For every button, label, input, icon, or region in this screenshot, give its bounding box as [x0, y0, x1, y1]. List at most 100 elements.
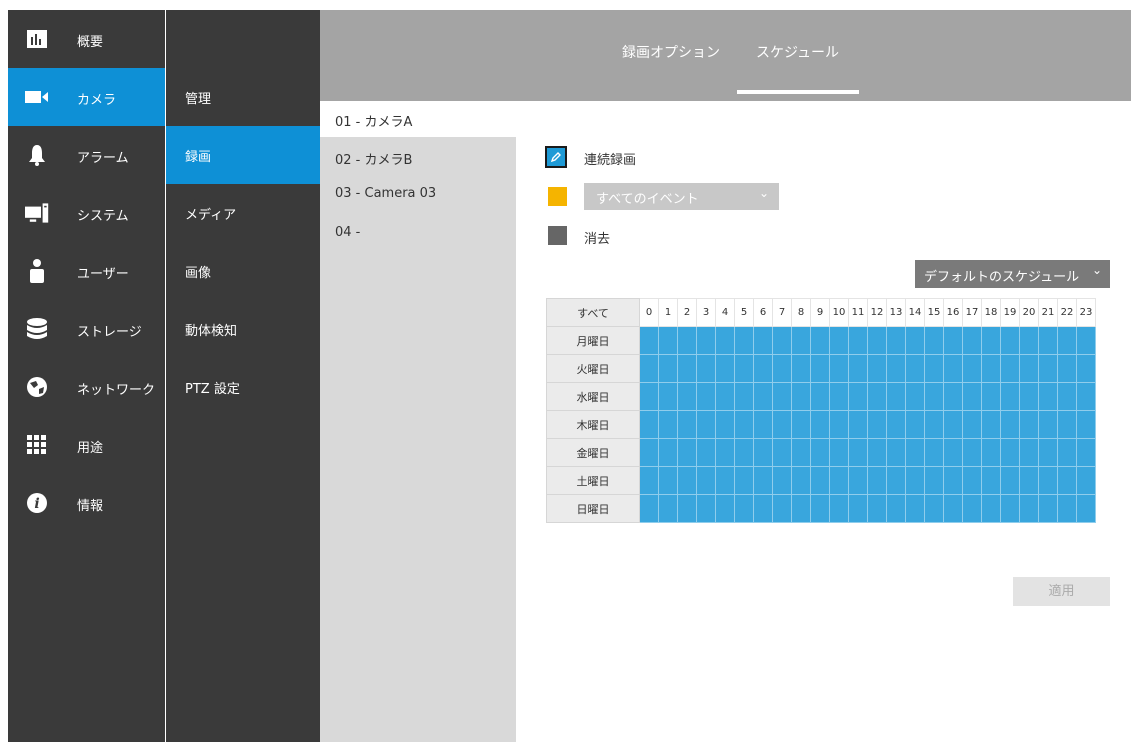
- schedule-cell[interactable]: [1057, 494, 1077, 523]
- schedule-cell[interactable]: [810, 438, 830, 467]
- schedule-cell[interactable]: [829, 410, 849, 439]
- hour-header[interactable]: 4: [715, 298, 735, 327]
- schedule-cell[interactable]: [943, 354, 963, 383]
- schedule-cell[interactable]: [943, 438, 963, 467]
- schedule-cell[interactable]: [1057, 382, 1077, 411]
- schedule-cell[interactable]: [1076, 438, 1096, 467]
- hour-header[interactable]: 5: [734, 298, 754, 327]
- schedule-cell[interactable]: [867, 466, 887, 495]
- hour-header[interactable]: 20: [1019, 298, 1039, 327]
- schedule-cell[interactable]: [1038, 326, 1058, 355]
- schedule-cell[interactable]: [848, 494, 868, 523]
- schedule-cell[interactable]: [639, 438, 659, 467]
- schedule-cell[interactable]: [943, 410, 963, 439]
- schedule-cell[interactable]: [962, 466, 982, 495]
- schedule-cell[interactable]: [962, 326, 982, 355]
- schedule-cell[interactable]: [715, 438, 735, 467]
- schedule-cell[interactable]: [810, 466, 830, 495]
- schedule-cell[interactable]: [810, 326, 830, 355]
- schedule-cell[interactable]: [639, 382, 659, 411]
- schedule-cell[interactable]: [848, 410, 868, 439]
- schedule-cell[interactable]: [867, 438, 887, 467]
- schedule-cell[interactable]: [734, 466, 754, 495]
- nav-item-storage[interactable]: ストレージ: [8, 300, 165, 358]
- schedule-cell[interactable]: [1057, 438, 1077, 467]
- day-label[interactable]: 月曜日: [546, 326, 640, 355]
- schedule-cell[interactable]: [1000, 466, 1020, 495]
- schedule-cell[interactable]: [696, 438, 716, 467]
- schedule-cell[interactable]: [981, 326, 1001, 355]
- continuous-recording-label[interactable]: 連続録画: [584, 149, 636, 168]
- schedule-cell[interactable]: [639, 354, 659, 383]
- event-color-swatch[interactable]: [548, 187, 567, 206]
- nav-item-user[interactable]: ユーザー: [8, 242, 165, 300]
- schedule-cell[interactable]: [1038, 466, 1058, 495]
- schedule-cell[interactable]: [981, 494, 1001, 523]
- schedule-cell[interactable]: [753, 410, 773, 439]
- hour-header[interactable]: 21: [1038, 298, 1058, 327]
- schedule-cell[interactable]: [848, 438, 868, 467]
- schedule-cell[interactable]: [696, 410, 716, 439]
- schedule-cell[interactable]: [696, 354, 716, 383]
- schedule-cell[interactable]: [1076, 494, 1096, 523]
- schedule-cell[interactable]: [981, 438, 1001, 467]
- schedule-cell[interactable]: [753, 382, 773, 411]
- schedule-cell[interactable]: [848, 382, 868, 411]
- schedule-cell[interactable]: [810, 382, 830, 411]
- apply-button[interactable]: 適用: [1013, 577, 1110, 606]
- schedule-cell[interactable]: [772, 382, 792, 411]
- schedule-cell[interactable]: [905, 410, 925, 439]
- schedule-cell[interactable]: [905, 494, 925, 523]
- schedule-cell[interactable]: [829, 382, 849, 411]
- schedule-cell[interactable]: [791, 326, 811, 355]
- schedule-cell[interactable]: [753, 438, 773, 467]
- schedule-cell[interactable]: [753, 494, 773, 523]
- schedule-cell[interactable]: [1019, 494, 1039, 523]
- nav-item-camera[interactable]: カメラ: [8, 68, 165, 126]
- hour-header[interactable]: 6: [753, 298, 773, 327]
- schedule-cell[interactable]: [677, 354, 697, 383]
- schedule-cell[interactable]: [791, 438, 811, 467]
- schedule-cell[interactable]: [962, 410, 982, 439]
- schedule-cell[interactable]: [962, 354, 982, 383]
- schedule-grid[interactable]: すべて 0 1 2 3 4 5 6 7 8 9 10 11 12 13 14 15 16 17 18 19 20 21 22…: [546, 298, 1096, 523]
- day-label[interactable]: 水曜日: [546, 382, 640, 411]
- schedule-cell[interactable]: [772, 326, 792, 355]
- schedule-cell[interactable]: [943, 382, 963, 411]
- hour-header[interactable]: 17: [962, 298, 982, 327]
- schedule-cell[interactable]: [734, 494, 754, 523]
- schedule-cell[interactable]: [791, 494, 811, 523]
- subnav-item-management[interactable]: 管理: [166, 68, 320, 126]
- schedule-cell[interactable]: [753, 326, 773, 355]
- schedule-cell[interactable]: [1000, 438, 1020, 467]
- schedule-cell[interactable]: [1000, 410, 1020, 439]
- schedule-cell[interactable]: [829, 354, 849, 383]
- schedule-cell[interactable]: [1076, 466, 1096, 495]
- camera-item[interactable]: 02 - カメラB: [320, 139, 516, 175]
- schedule-cell[interactable]: [924, 410, 944, 439]
- schedule-cell[interactable]: [791, 410, 811, 439]
- hour-header[interactable]: 18: [981, 298, 1001, 327]
- schedule-cell[interactable]: [905, 466, 925, 495]
- schedule-cell[interactable]: [1019, 354, 1039, 383]
- schedule-cell[interactable]: [772, 494, 792, 523]
- schedule-cell[interactable]: [1076, 326, 1096, 355]
- schedule-cell[interactable]: [1038, 438, 1058, 467]
- schedule-cell[interactable]: [1000, 326, 1020, 355]
- day-label[interactable]: 金曜日: [546, 438, 640, 467]
- pencil-icon[interactable]: [545, 146, 567, 168]
- schedule-cell[interactable]: [677, 410, 697, 439]
- event-select[interactable]: すべてのイベント ⌄: [584, 183, 779, 210]
- subnav-item-image[interactable]: 画像: [166, 242, 320, 300]
- nav-item-network[interactable]: ネットワーク: [8, 358, 165, 416]
- schedule-cell[interactable]: [677, 382, 697, 411]
- schedule-cell[interactable]: [886, 354, 906, 383]
- hour-header[interactable]: 2: [677, 298, 697, 327]
- schedule-cell[interactable]: [696, 382, 716, 411]
- camera-item[interactable]: 04 -: [320, 215, 516, 251]
- schedule-cell[interactable]: [753, 354, 773, 383]
- schedule-cell[interactable]: [981, 354, 1001, 383]
- schedule-cell[interactable]: [658, 494, 678, 523]
- schedule-cell[interactable]: [715, 382, 735, 411]
- schedule-cell[interactable]: [639, 466, 659, 495]
